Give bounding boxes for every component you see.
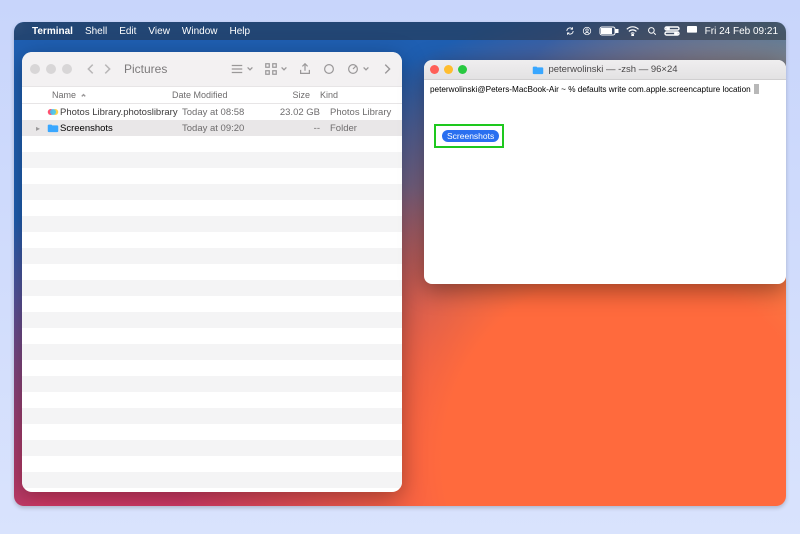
control-center-icon[interactable] xyxy=(664,26,680,36)
terminal-titlebar[interactable]: peterwolinski — -zsh — 96×24 xyxy=(424,60,786,80)
dragged-folder-highlight[interactable]: Screenshots xyxy=(434,124,504,148)
close-button[interactable] xyxy=(30,64,40,74)
view-mode-button[interactable] xyxy=(230,62,244,76)
tags-button[interactable] xyxy=(322,62,336,76)
action-button[interactable] xyxy=(346,62,360,76)
chevron-down-icon[interactable] xyxy=(362,65,370,73)
language-icon[interactable] xyxy=(687,26,697,36)
finder-titlebar[interactable]: Pictures xyxy=(22,52,402,86)
col-name-header[interactable]: Name xyxy=(52,90,76,100)
col-modified-header[interactable]: Date Modified xyxy=(172,90,264,100)
window-controls xyxy=(30,64,72,74)
fullscreen-button[interactable] xyxy=(458,65,467,74)
battery-icon[interactable] xyxy=(599,26,619,36)
terminal-body[interactable]: peterwolinski@Peters-MacBook-Air ~ % def… xyxy=(424,80,786,284)
file-size: -- xyxy=(274,123,330,134)
file-kind: Photos Library xyxy=(330,107,402,118)
user-icon[interactable] xyxy=(582,26,592,36)
share-button[interactable] xyxy=(298,62,312,76)
file-list[interactable]: Photos Library.photoslibrary Today at 08… xyxy=(22,104,402,492)
folder-icon xyxy=(46,123,60,133)
terminal-cursor xyxy=(754,84,759,94)
menu-window[interactable]: Window xyxy=(182,26,218,37)
file-modified: Today at 09:20 xyxy=(182,123,274,134)
column-headers[interactable]: Name Date Modified Size Kind xyxy=(22,86,402,104)
col-kind-header[interactable]: Kind xyxy=(320,90,402,100)
terminal-window[interactable]: peterwolinski — -zsh — 96×24 peterwolins… xyxy=(424,60,786,284)
file-modified: Today at 08:58 xyxy=(182,107,274,118)
window-controls xyxy=(430,65,467,74)
status-icons xyxy=(565,26,696,36)
group-by-button[interactable] xyxy=(264,62,278,76)
file-size: 23.02 GB xyxy=(274,107,330,118)
dragged-folder-label: Screenshots xyxy=(442,130,499,142)
finder-location-title: Pictures xyxy=(124,62,167,76)
photos-library-icon xyxy=(46,107,60,117)
expand-button[interactable] xyxy=(380,62,394,76)
terminal-title: peterwolinski — -zsh — 96×24 xyxy=(548,64,677,75)
file-row[interactable]: ▸ Screenshots Today at 09:20 -- Folder xyxy=(22,120,402,136)
terminal-prompt-line: peterwolinski@Peters-MacBook-Air ~ % def… xyxy=(430,85,753,94)
home-folder-icon xyxy=(532,65,544,75)
finder-window[interactable]: Pictures xyxy=(22,52,402,492)
search-icon[interactable] xyxy=(647,26,657,36)
app-menu[interactable]: Terminal xyxy=(32,26,73,37)
menu-edit[interactable]: Edit xyxy=(119,26,136,37)
file-kind: Folder xyxy=(330,123,402,134)
file-name: Photos Library.photoslibrary xyxy=(60,107,182,118)
minimize-button[interactable] xyxy=(46,64,56,74)
macos-desktop: Terminal Shell Edit View Window Help Fri… xyxy=(14,22,786,506)
disclosure-triangle[interactable]: ▸ xyxy=(36,124,46,133)
file-name: Screenshots xyxy=(60,123,182,134)
menu-help[interactable]: Help xyxy=(230,26,251,37)
file-row[interactable]: Photos Library.photoslibrary Today at 08… xyxy=(22,104,402,120)
chevron-down-icon[interactable] xyxy=(280,65,288,73)
fullscreen-button[interactable] xyxy=(62,64,72,74)
chevron-down-icon[interactable] xyxy=(246,65,254,73)
sync-icon[interactable] xyxy=(565,26,575,36)
menubar-clock[interactable]: Fri 24 Feb 09:21 xyxy=(705,26,778,37)
wifi-icon[interactable] xyxy=(626,26,639,36)
menu-bar: Terminal Shell Edit View Window Help Fri… xyxy=(14,22,786,40)
minimize-button[interactable] xyxy=(444,65,453,74)
forward-button[interactable] xyxy=(100,62,114,76)
col-size-header[interactable]: Size xyxy=(264,90,320,100)
back-button[interactable] xyxy=(84,62,98,76)
close-button[interactable] xyxy=(430,65,439,74)
sort-indicator-icon xyxy=(80,92,87,99)
menu-shell[interactable]: Shell xyxy=(85,26,107,37)
menu-view[interactable]: View xyxy=(148,26,170,37)
